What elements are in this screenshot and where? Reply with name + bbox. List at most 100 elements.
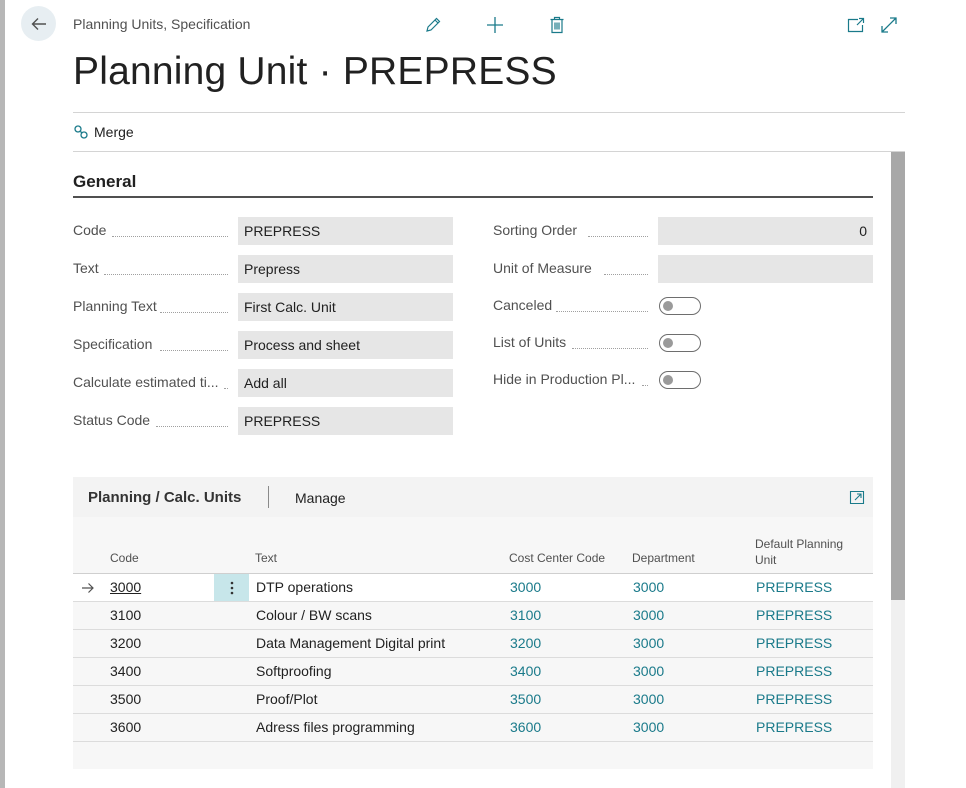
leader-dots xyxy=(224,387,228,389)
divider xyxy=(73,112,905,113)
leader-dots xyxy=(572,347,648,349)
text-field[interactable]: Prepress xyxy=(238,255,453,283)
cell-default-planning-unit[interactable]: PREPRESS xyxy=(756,714,832,741)
cell-default-planning-unit[interactable]: PREPRESS xyxy=(756,630,832,657)
cell-cost-center[interactable]: 3000 xyxy=(510,574,541,601)
cell-cost-center[interactable]: 3200 xyxy=(510,630,541,657)
table-row[interactable]: 3500 Proof/Plot 3500 3000 PREPRESS xyxy=(73,686,873,714)
separator xyxy=(268,486,269,508)
cell-default-planning-unit[interactable]: PREPRESS xyxy=(756,658,832,685)
cell-department[interactable]: 3000 xyxy=(633,602,664,629)
page-title: Planning Unit · PREPRESS xyxy=(73,50,557,93)
cell-code[interactable]: 3500 xyxy=(110,686,141,713)
cell-code[interactable]: 3600 xyxy=(110,714,141,741)
cell-department[interactable]: 3000 xyxy=(633,714,664,741)
table-row[interactable]: 3600 Adress files programming 3600 3000 … xyxy=(73,714,873,742)
delete-button[interactable] xyxy=(545,13,569,37)
trash-icon xyxy=(550,16,564,34)
section-underline xyxy=(73,196,873,198)
column-header-code[interactable]: Code xyxy=(110,550,139,566)
column-header-cost-center-code[interactable]: Cost Center Code xyxy=(509,550,605,566)
cell-text[interactable]: Colour / BW scans xyxy=(256,602,372,629)
cell-cost-center[interactable]: 3500 xyxy=(510,686,541,713)
new-button[interactable] xyxy=(483,13,507,37)
merge-icon xyxy=(74,125,88,139)
subpage-title[interactable]: Planning / Calc. Units xyxy=(88,489,241,506)
more-options-icon xyxy=(230,581,233,594)
leader-dots xyxy=(156,425,228,427)
cell-department[interactable]: 3000 xyxy=(633,574,664,601)
table-row[interactable]: 3000 DTP operations 3000 3000 PREPRESS xyxy=(73,574,873,602)
leader-dots xyxy=(112,235,228,237)
cell-cost-center[interactable]: 3600 xyxy=(510,714,541,741)
breadcrumb: Planning Units, Specification xyxy=(73,16,251,32)
cell-cost-center[interactable]: 3100 xyxy=(510,602,541,629)
leader-dots xyxy=(588,235,648,237)
leader-dots xyxy=(160,349,228,351)
arrow-left-icon xyxy=(31,17,46,30)
status-code-field[interactable]: PREPRESS xyxy=(238,407,453,435)
table-row[interactable]: 3200 Data Management Digital print 3200 … xyxy=(73,630,873,658)
table-row[interactable]: 3100 Colour / BW scans 3100 3000 PREPRES… xyxy=(73,602,873,630)
column-header-department[interactable]: Department xyxy=(632,550,695,566)
open-new-window-button[interactable] xyxy=(844,13,868,37)
expand-button[interactable] xyxy=(877,13,901,37)
column-header-default-planning-unit[interactable]: Default Planning Unit xyxy=(755,536,843,568)
pencil-icon xyxy=(426,17,441,32)
planning-text-field[interactable]: First Calc. Unit xyxy=(238,293,453,321)
cell-code[interactable]: 3000 xyxy=(110,574,141,601)
cell-default-planning-unit[interactable]: PREPRESS xyxy=(756,686,832,713)
manage-menu[interactable]: Manage xyxy=(295,490,346,506)
toggle-knob xyxy=(663,338,673,348)
cell-text[interactable]: Proof/Plot xyxy=(256,686,317,713)
field-label-calculate-estimated-time: Calculate estimated ti... xyxy=(73,374,219,390)
column-header-text[interactable]: Text xyxy=(255,550,277,566)
merge-action[interactable]: Merge xyxy=(73,124,134,140)
back-button[interactable] xyxy=(21,6,56,41)
hide-in-production-planning-toggle[interactable] xyxy=(659,371,701,389)
canceled-toggle[interactable] xyxy=(659,297,701,315)
row-menu-button[interactable] xyxy=(214,574,249,601)
column-header-line: Unit xyxy=(755,553,777,567)
calculate-estimated-time-field[interactable]: Add all xyxy=(238,369,453,397)
list-of-units-toggle[interactable] xyxy=(659,334,701,352)
table-row[interactable]: 3400 Softproofing 3400 3000 PREPRESS xyxy=(73,658,873,686)
specification-field[interactable]: Process and sheet xyxy=(238,331,453,359)
edit-button[interactable] xyxy=(421,13,445,37)
toggle-knob xyxy=(663,301,673,311)
unit-of-measure-field[interactable] xyxy=(658,255,873,283)
cell-code[interactable]: 3200 xyxy=(110,630,141,657)
cell-text[interactable]: DTP operations xyxy=(256,574,353,601)
cell-department[interactable]: 3000 xyxy=(633,658,664,685)
code-field[interactable]: PREPRESS xyxy=(238,217,453,245)
open-in-new-window-icon xyxy=(849,490,865,504)
toggle-knob xyxy=(663,375,673,385)
cell-default-planning-unit[interactable]: PREPRESS xyxy=(756,574,832,601)
leader-dots xyxy=(642,384,648,386)
arrow-right-icon xyxy=(82,583,94,593)
merge-label: Merge xyxy=(94,124,134,140)
cell-default-planning-unit[interactable]: PREPRESS xyxy=(756,602,832,629)
cell-cost-center[interactable]: 3400 xyxy=(510,658,541,685)
sorting-order-field[interactable]: 0 xyxy=(658,217,873,245)
cell-text[interactable]: Softproofing xyxy=(256,658,332,685)
scrollbar-thumb[interactable] xyxy=(891,152,905,600)
column-header-line: Default Planning xyxy=(755,537,844,551)
open-in-new-window-icon xyxy=(847,17,865,33)
cell-code[interactable]: 3100 xyxy=(110,602,141,629)
expand-icon xyxy=(881,17,897,33)
window-left-border xyxy=(0,0,5,788)
cell-text[interactable]: Adress files programming xyxy=(256,714,415,741)
plus-icon xyxy=(487,17,503,33)
divider xyxy=(73,151,905,152)
subpage-open-button[interactable] xyxy=(845,485,869,509)
leader-dots xyxy=(604,273,648,275)
cell-text[interactable]: Data Management Digital print xyxy=(256,630,445,657)
field-label-hide-in-production-planning: Hide in Production Pl... xyxy=(493,371,636,387)
cell-department[interactable]: 3000 xyxy=(633,686,664,713)
cell-department[interactable]: 3000 xyxy=(633,630,664,657)
leader-dots xyxy=(160,311,228,313)
cell-code[interactable]: 3400 xyxy=(110,658,141,685)
section-title-general[interactable]: General xyxy=(73,172,136,192)
leader-dots xyxy=(104,273,228,275)
